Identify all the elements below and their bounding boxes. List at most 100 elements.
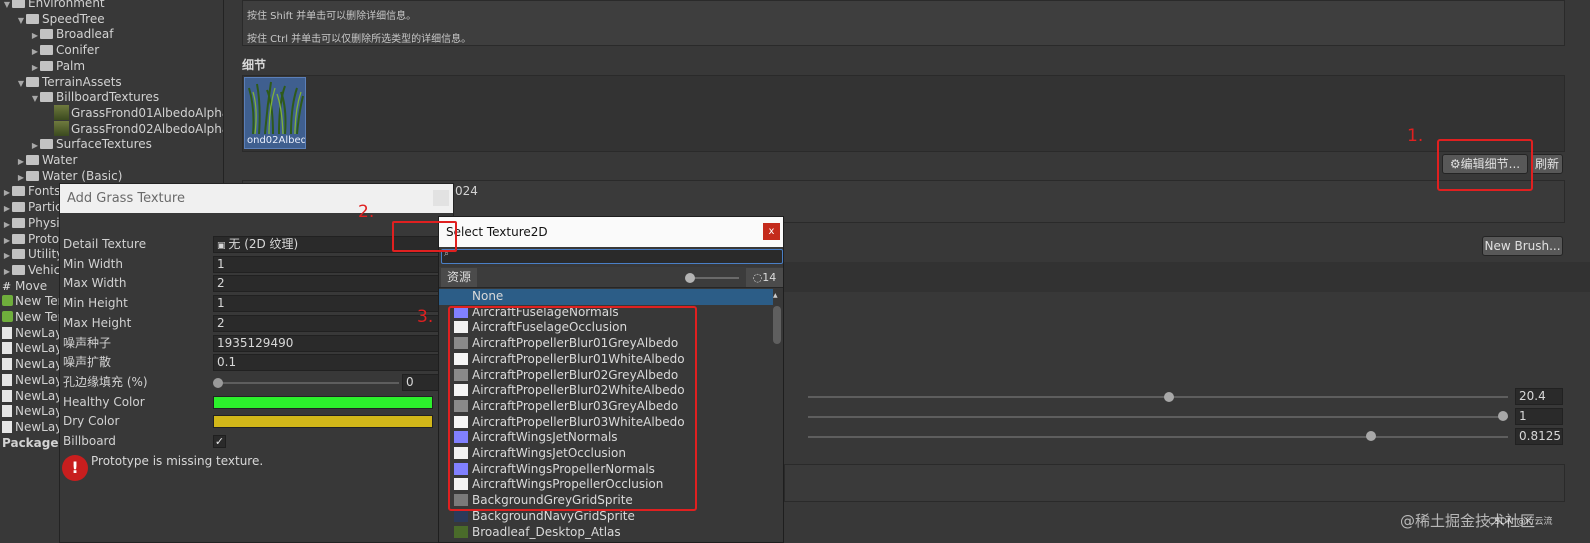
- tree-item-label: GrassFrond01AlbedoAlpha: [71, 105, 224, 120]
- eye-slash-icon: ◌: [752, 271, 763, 284]
- scroll-thumb[interactable]: [773, 306, 781, 344]
- search-input[interactable]: ⌕: [441, 249, 783, 264]
- close-button[interactable]: x: [763, 223, 780, 240]
- tree-item[interactable]: ▶ Proto: [0, 231, 59, 247]
- tree-item-label: SpeedTree: [42, 11, 105, 26]
- field-input[interactable]: 2: [213, 275, 445, 293]
- tree-item[interactable]: ▶ Partic: [0, 199, 62, 215]
- field-label: Min Width: [63, 256, 123, 271]
- texture-thumbnail-icon: [54, 104, 69, 120]
- watermark-small: CSDN @行云流: [1488, 517, 1553, 527]
- brush-strip: [784, 262, 1590, 292]
- tree-item-label: Partic: [28, 200, 62, 215]
- refresh-button[interactable]: 刷新: [1531, 154, 1563, 174]
- dry-color-label: Dry Color: [63, 414, 120, 429]
- folder-icon: [12, 202, 25, 213]
- select-texture-title: Select Texture2D: [446, 225, 548, 239]
- terrain-asset-icon: [2, 295, 13, 307]
- scroll-up-arrow[interactable]: ▲: [773, 293, 781, 299]
- tree-item[interactable]: New Ter: [0, 293, 63, 309]
- document-icon: [2, 326, 12, 339]
- annotation-step-3: 3.: [417, 307, 434, 327]
- annotation-box-3: [448, 306, 697, 511]
- tree-item-label: Move: [15, 278, 48, 293]
- field-input[interactable]: 1: [213, 255, 445, 273]
- texture-list-item[interactable]: BackgroundNavyGridSprite: [454, 509, 635, 525]
- tree-item[interactable]: ▶ Vehicl: [0, 262, 64, 278]
- new-brush-button[interactable]: New Brush...: [1482, 236, 1563, 256]
- tree-item[interactable]: ▶ Water: [0, 152, 78, 168]
- tree-item-label: SurfaceTextures: [56, 137, 152, 152]
- grass-detail-thumbnail[interactable]: ond02Albed: [244, 77, 306, 149]
- texture-icon: ▣: [217, 241, 229, 251]
- folder-icon: [12, 249, 25, 260]
- details-section-label: 细节: [242, 58, 267, 72]
- slider-knob-2[interactable]: [1498, 411, 1508, 421]
- tree-item[interactable]: ▶ Broadleaf: [0, 26, 114, 42]
- slider-knob-3[interactable]: [1365, 431, 1376, 441]
- texture-list-item-label: None: [472, 289, 504, 303]
- field-input[interactable]: 1935129490: [213, 334, 445, 352]
- folder-icon: [26, 13, 39, 24]
- detail-texture-value: 无 (2D 纹理): [228, 237, 299, 251]
- tree-item-label: TerrainAssets: [42, 74, 122, 89]
- lower-settings-box: [784, 464, 1565, 502]
- tree-item[interactable]: ▶ Utility: [0, 246, 63, 262]
- tree-item[interactable]: ▶ Palm: [0, 58, 85, 74]
- field-label: Detail Texture: [63, 237, 147, 251]
- slider-track-3: [808, 436, 1508, 438]
- tree-item[interactable]: Packages: [0, 435, 66, 451]
- help-line-shift: 按住 Shift 并单击可以删除详细信息。: [247, 11, 417, 22]
- tree-item[interactable]: ▼ TerrainAssets: [0, 74, 122, 90]
- tree-item-label: Broadleaf: [56, 27, 114, 42]
- tree-item-label: Conifer: [56, 43, 100, 58]
- tree-item[interactable]: ▶ Conifer: [0, 42, 99, 58]
- tree-item-label: BillboardTextures: [56, 90, 160, 105]
- tree-item-label: Palm: [56, 58, 86, 73]
- texture-list-item[interactable]: None: [454, 289, 503, 305]
- hole-fill-slider-knob[interactable]: [213, 377, 223, 388]
- slider-value-1[interactable]: 20.4: [1515, 388, 1563, 405]
- field-input[interactable]: 1: [213, 295, 445, 313]
- tree-item[interactable]: ▶ Fonts: [0, 183, 60, 199]
- folder-icon: [40, 60, 53, 71]
- field-input[interactable]: 2: [213, 314, 445, 332]
- billboard-checkbox[interactable]: ✓: [213, 435, 226, 448]
- tree-item[interactable]: ▼ BillboardTextures: [0, 89, 159, 105]
- folder-icon: [12, 186, 25, 197]
- billboard-label: Billboard: [63, 434, 116, 448]
- folder-icon: [12, 0, 25, 8]
- document-icon: [2, 405, 12, 418]
- slider-value-3[interactable]: 0.8125: [1515, 428, 1563, 445]
- tree-item-label: Fonts: [28, 184, 61, 199]
- tree-item[interactable]: ▶ Water (Basic): [0, 168, 123, 184]
- list-scrollbar[interactable]: ▲: [773, 293, 781, 542]
- slider-value-2[interactable]: 1: [1515, 408, 1563, 425]
- tree-item[interactable]: ▶ SurfaceTextures: [0, 136, 152, 152]
- hole-fill-label: 孔边缘填充 (%): [63, 374, 148, 389]
- field-label: Min Height: [63, 296, 128, 311]
- zoom-slider-knob[interactable]: [685, 273, 695, 283]
- tab-assets[interactable]: 资源: [441, 268, 477, 287]
- window-title-bar[interactable]: Add Grass Texture: [60, 184, 453, 213]
- dry-color-swatch[interactable]: [213, 415, 433, 429]
- tree-item[interactable]: # Move: [0, 278, 47, 294]
- hidden-packages-toggle[interactable]: ◌14: [746, 268, 783, 287]
- tree-item[interactable]: New Ter: [0, 309, 63, 325]
- select-texture-title-bar[interactable]: Select Texture2D: [439, 217, 783, 247]
- field-input[interactable]: 0.1: [213, 354, 445, 372]
- tree-item[interactable]: ▼ SpeedTree: [0, 11, 105, 27]
- tree-item-label: GrassFrond02AlbedoAlpha: [71, 121, 224, 136]
- tree-item[interactable]: ▶ Physic: [0, 215, 66, 231]
- window-control-button[interactable]: [433, 190, 449, 206]
- healthy-color-swatch[interactable]: [213, 395, 433, 409]
- tree-item[interactable]: GrassFrond01AlbedoAlpha: [0, 104, 224, 121]
- texture-list-item[interactable]: Broadleaf_Desktop_Atlas: [454, 525, 621, 541]
- annotation-step-2: 2.: [358, 202, 375, 222]
- folder-icon: [12, 217, 25, 228]
- tree-item-label: Utility: [28, 247, 64, 262]
- document-icon: [2, 358, 12, 371]
- healthy-color-label: Healthy Color: [63, 394, 145, 409]
- tree-item[interactable]: GrassFrond02AlbedoAlpha: [0, 120, 224, 137]
- tree-item[interactable]: ▼ Environment: [0, 0, 105, 11]
